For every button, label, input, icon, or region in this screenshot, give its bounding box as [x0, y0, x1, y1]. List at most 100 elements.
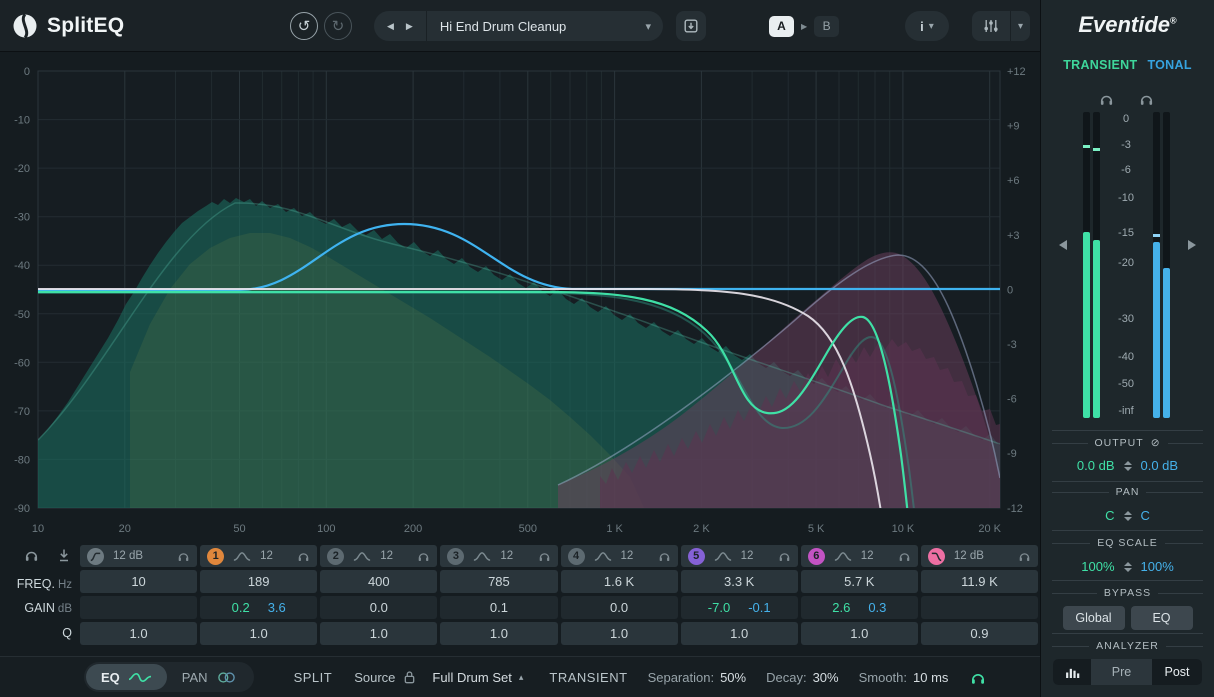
source-type-dropdown[interactable]: Full Drum Set ▴ — [432, 670, 523, 685]
band-q-value[interactable]: 1.0 — [320, 622, 437, 645]
band-freq-value[interactable]: 11.9 K — [921, 570, 1038, 593]
band-header[interactable]: 2 12 — [320, 545, 437, 567]
pan-stepper[interactable] — [1124, 511, 1132, 521]
tonal-channel-label[interactable]: TONAL — [1147, 58, 1191, 72]
separation-control[interactable]: Separation: 50% — [648, 670, 747, 685]
transient-solo-headphones-icon[interactable] — [1099, 92, 1114, 111]
band-slope-value[interactable]: 12 — [260, 550, 273, 562]
band-gain-value[interactable]: 0.23.6 — [200, 596, 317, 619]
ab-copy-arrow[interactable]: ▶ — [801, 22, 807, 31]
band-freq-value[interactable]: 3.3 K — [681, 570, 798, 593]
preset-name[interactable]: Hi End Drum Cleanup — [427, 19, 646, 34]
band-solo-headphones-icon[interactable] — [1018, 550, 1031, 562]
band-freq-value[interactable]: 5.7 K — [801, 570, 918, 593]
band-3-select-button[interactable]: 3 — [447, 548, 464, 565]
band-freq-value[interactable]: 1.6 K — [561, 570, 678, 593]
pan-view-tab[interactable]: PAN — [167, 664, 252, 690]
band-solo-headphones-icon[interactable] — [177, 550, 190, 562]
undo-button[interactable]: ↺ — [290, 12, 318, 40]
gain-range-icon[interactable] — [57, 548, 71, 562]
band-freq-value[interactable]: 10 — [80, 570, 197, 593]
pan-transient-value[interactable]: C — [1105, 508, 1114, 523]
preset-prev-button[interactable]: ◀ — [387, 21, 394, 32]
band-6-select-button[interactable]: 6 — [808, 548, 825, 565]
band-slope-value[interactable]: 12 dB — [954, 550, 984, 562]
band-header[interactable]: 4 12 — [561, 545, 678, 567]
analyzer-pre-button[interactable]: Pre — [1091, 659, 1152, 685]
band-header[interactable]: 12 dB — [80, 545, 197, 567]
band-solo-headphones-icon[interactable] — [538, 550, 551, 562]
band-freq-value[interactable]: 785 — [440, 570, 557, 593]
band-solo-headphones-icon[interactable] — [658, 550, 671, 562]
band-q-value[interactable]: 0.9 — [921, 622, 1038, 645]
eq-scale-tonal-value[interactable]: 100% — [1141, 559, 1174, 574]
band-slope-value[interactable]: 12 — [500, 550, 513, 562]
band-slope-value[interactable]: 12 dB — [113, 550, 143, 562]
save-preset-button[interactable] — [676, 11, 706, 41]
redo-button[interactable]: ↻ — [324, 12, 352, 40]
band-gain-value[interactable] — [80, 596, 197, 619]
tonal-fader-handle[interactable] — [1188, 240, 1196, 250]
band-2-select-button[interactable]: 2 — [327, 548, 344, 565]
eq-scale-transient-value[interactable]: 100% — [1081, 559, 1114, 574]
band-5-select-button[interactable]: 5 — [688, 548, 705, 565]
decay-control[interactable]: Decay: 30% — [766, 670, 839, 685]
transient-fader-handle[interactable] — [1059, 240, 1067, 250]
band-solo-headphones-icon[interactable] — [898, 550, 911, 562]
band-highcut-select-button[interactable] — [928, 548, 945, 565]
band-slope-value[interactable]: 12 — [741, 550, 754, 562]
transient-audition-headphones-icon[interactable] — [970, 670, 986, 685]
pan-tonal-value[interactable]: C — [1141, 508, 1150, 523]
tonal-solo-headphones-icon[interactable] — [1139, 92, 1154, 111]
band-4-select-button[interactable]: 4 — [568, 548, 585, 565]
analyzer-post-button[interactable]: Post — [1152, 659, 1202, 685]
band-q-value[interactable]: 1.0 — [801, 622, 918, 645]
output-transient-value[interactable]: 0.0 dB — [1077, 458, 1115, 473]
ab-a-button[interactable]: A — [769, 16, 794, 37]
ab-b-button[interactable]: B — [814, 16, 839, 37]
eq-graph[interactable]: 0-10-20-30-40-50-60-70-80-90+12+9+6+30-3… — [0, 52, 1040, 543]
band-header[interactable]: 6 12 — [801, 545, 918, 567]
smooth-control[interactable]: Smooth: 10 ms — [859, 670, 949, 685]
band-lowcut-select-button[interactable] — [87, 548, 104, 565]
bypass-global-button[interactable]: Global — [1063, 606, 1125, 630]
band-slope-value[interactable]: 12 — [861, 550, 874, 562]
band-solo-headphones-icon[interactable] — [417, 550, 430, 562]
band-q-value[interactable]: 1.0 — [440, 622, 557, 645]
analyzer-toggle-button[interactable] — [1053, 659, 1091, 685]
band-gain-value[interactable]: 0.1 — [440, 596, 557, 619]
band-gain-value[interactable]: -7.0-0.1 — [681, 596, 798, 619]
band-header[interactable]: 3 12 — [440, 545, 557, 567]
preset-selector[interactable]: ◀ ▶ Hi End Drum Cleanup ▾ — [374, 11, 663, 41]
band-q-value[interactable]: 1.0 — [561, 622, 678, 645]
polarity-icon[interactable]: ⊘ — [1151, 437, 1161, 449]
band-header[interactable]: 1 12 — [200, 545, 317, 567]
band-gain-value[interactable]: 0.0 — [320, 596, 437, 619]
preset-caret-icon[interactable]: ▾ — [645, 20, 663, 33]
band-gain-value[interactable] — [921, 596, 1038, 619]
band-slope-value[interactable]: 12 — [380, 550, 393, 562]
bypass-eq-button[interactable]: EQ — [1131, 606, 1193, 630]
eq-view-tab[interactable]: EQ — [86, 664, 167, 690]
band-slope-value[interactable]: 12 — [621, 550, 634, 562]
info-button[interactable]: i ▾ — [905, 11, 949, 41]
band-1-select-button[interactable]: 1 — [207, 548, 224, 565]
eq-scale-stepper[interactable] — [1124, 562, 1132, 572]
settings-button[interactable]: ▾ — [972, 11, 1030, 41]
global-solo-headphones-icon[interactable] — [24, 548, 39, 562]
band-solo-headphones-icon[interactable] — [297, 550, 310, 562]
band-q-value[interactable]: 1.0 — [681, 622, 798, 645]
band-gain-value[interactable]: 2.60.3 — [801, 596, 918, 619]
band-q-value[interactable]: 1.0 — [80, 622, 197, 645]
settings-caret-icon[interactable]: ▾ — [1010, 11, 1030, 41]
band-header[interactable]: 5 12 — [681, 545, 798, 567]
preset-next-button[interactable]: ▶ — [406, 21, 413, 32]
lock-icon[interactable] — [403, 670, 416, 684]
band-solo-headphones-icon[interactable] — [778, 550, 791, 562]
output-tonal-value[interactable]: 0.0 dB — [1141, 458, 1179, 473]
band-freq-value[interactable]: 400 — [320, 570, 437, 593]
transient-channel-label[interactable]: TRANSIENT — [1063, 58, 1137, 72]
band-q-value[interactable]: 1.0 — [200, 622, 317, 645]
output-stepper[interactable] — [1124, 461, 1132, 471]
band-header[interactable]: 12 dB — [921, 545, 1038, 567]
